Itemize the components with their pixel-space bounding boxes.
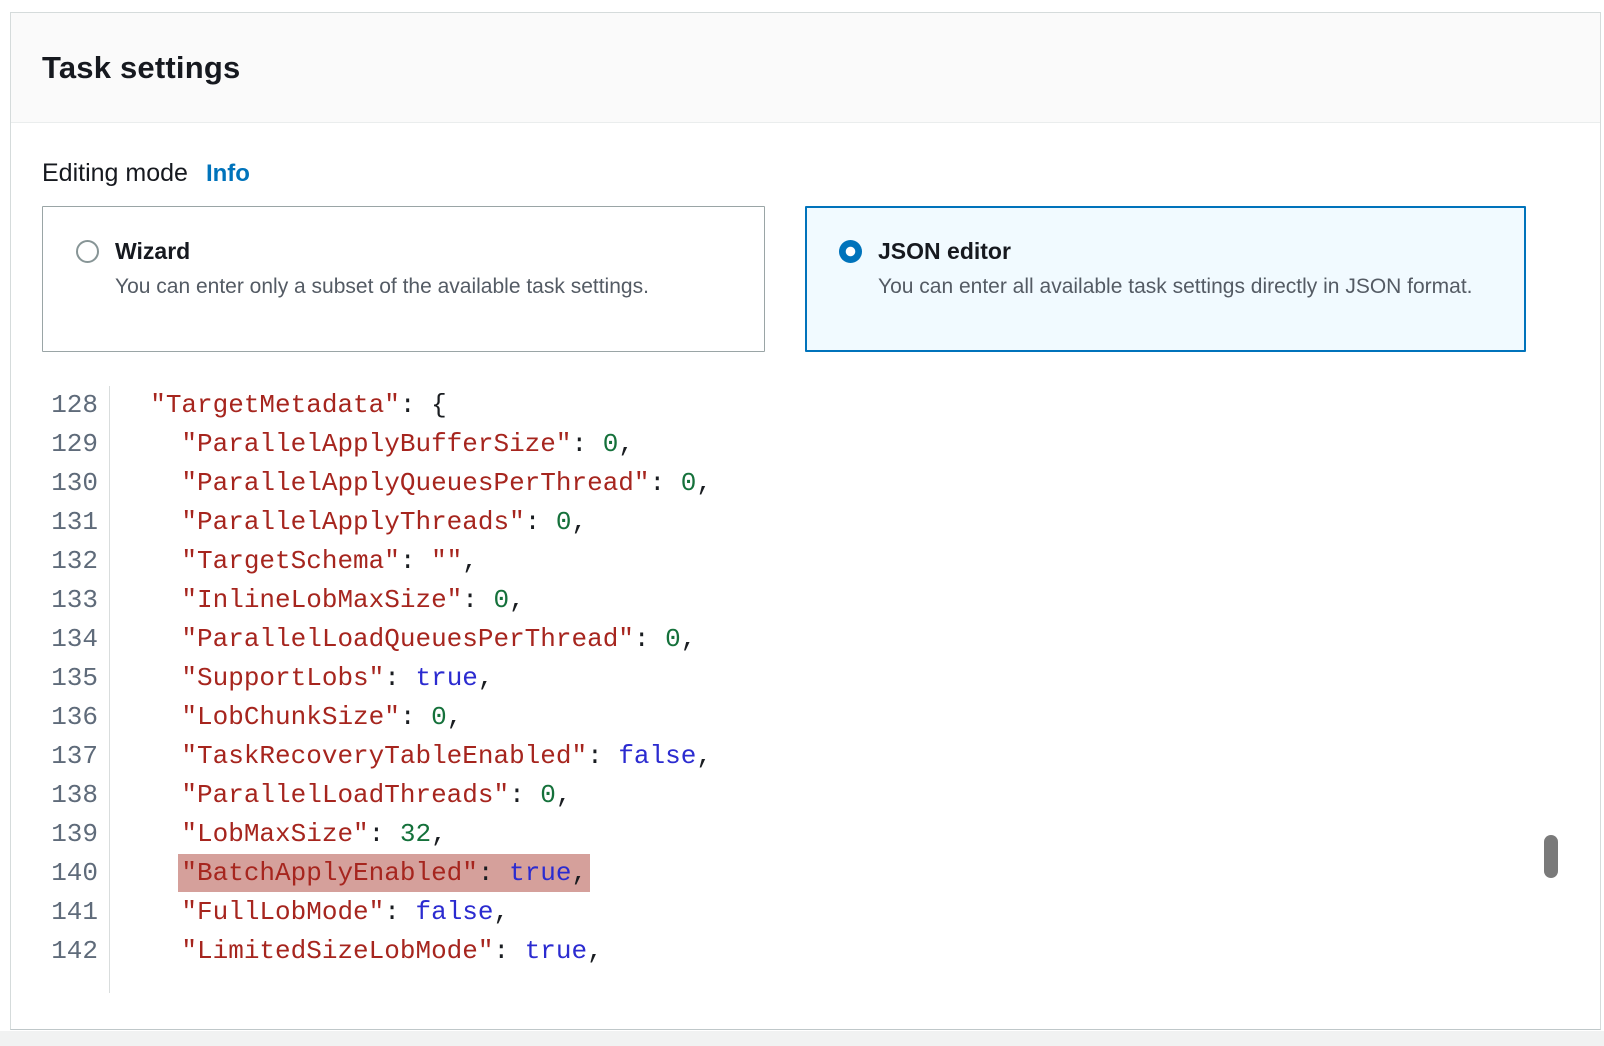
- editing-mode-options: Wizard You can enter only a subset of th…: [42, 206, 1569, 352]
- option-description: You can enter all available task setting…: [878, 271, 1473, 302]
- line-number: 138: [11, 776, 110, 815]
- code-line[interactable]: 133 "InlineLobMaxSize": 0,: [11, 581, 1600, 620]
- editor-gutter-spacer: [11, 971, 1600, 993]
- option-title: Wizard: [115, 234, 649, 268]
- line-number: 128: [11, 386, 110, 425]
- code-line[interactable]: 131 "ParallelApplyThreads": 0,: [11, 503, 1600, 542]
- radio-selected-icon[interactable]: [839, 240, 862, 263]
- code-line-content: "TaskRecoveryTableEnabled": false,: [110, 737, 712, 776]
- code-line[interactable]: 129 "ParallelApplyBufferSize": 0,: [11, 425, 1600, 464]
- panel-header: Task settings: [11, 13, 1600, 123]
- code-line-content: "LobMaxSize": 32,: [110, 815, 447, 854]
- code-line-content: "InlineLobMaxSize": 0,: [110, 581, 525, 620]
- line-number: 139: [11, 815, 110, 854]
- panel-body: Editing mode Info Wizard You can enter o…: [11, 159, 1600, 993]
- highlighted-code: "BatchApplyEnabled": true,: [178, 854, 590, 892]
- code-line[interactable]: 136 "LobChunkSize": 0,: [11, 698, 1600, 737]
- info-link[interactable]: Info: [206, 160, 250, 188]
- option-json-editor-text: JSON editor You can enter all available …: [878, 234, 1473, 302]
- code-line[interactable]: 141 "FullLobMode": false,: [11, 893, 1600, 932]
- line-number: 141: [11, 893, 110, 932]
- code-line-content: "FullLobMode": false,: [110, 893, 509, 932]
- option-title: JSON editor: [878, 234, 1473, 268]
- code-line[interactable]: 130 "ParallelApplyQueuesPerThread": 0,: [11, 464, 1600, 503]
- code-line-content: "ParallelApplyBufferSize": 0,: [110, 425, 634, 464]
- option-json-editor[interactable]: JSON editor You can enter all available …: [805, 206, 1526, 352]
- json-code-editor[interactable]: 128 "TargetMetadata": {129 "ParallelAppl…: [11, 386, 1600, 993]
- task-settings-page: Task settings Editing mode Info Wizard Y…: [0, 0, 1604, 1046]
- line-number: 142: [11, 932, 110, 971]
- page-title: Task settings: [42, 50, 240, 86]
- task-settings-panel: Task settings Editing mode Info Wizard Y…: [10, 12, 1601, 1030]
- option-wizard-text: Wizard You can enter only a subset of th…: [115, 234, 649, 302]
- scrollbar-thumb[interactable]: [1544, 835, 1558, 878]
- code-line-content: "LimitedSizeLobMode": true,: [110, 932, 603, 971]
- page-background-strip: [0, 1031, 1604, 1046]
- code-line[interactable]: 139 "LobMaxSize": 32,: [11, 815, 1600, 854]
- option-description: You can enter only a subset of the avail…: [115, 271, 649, 302]
- editing-mode-row: Editing mode Info: [42, 159, 1569, 188]
- line-number: 136: [11, 698, 110, 737]
- editing-mode-label: Editing mode: [42, 159, 188, 188]
- code-line[interactable]: 137 "TaskRecoveryTableEnabled": false,: [11, 737, 1600, 776]
- code-line[interactable]: 132 "TargetSchema": "",: [11, 542, 1600, 581]
- code-line[interactable]: 142 "LimitedSizeLobMode": true,: [11, 932, 1600, 971]
- line-number: 131: [11, 503, 110, 542]
- code-line-content: "TargetSchema": "",: [110, 542, 478, 581]
- option-wizard[interactable]: Wizard You can enter only a subset of th…: [42, 206, 765, 352]
- code-line-content: "TargetMetadata": {: [110, 386, 447, 425]
- code-line[interactable]: 134 "ParallelLoadQueuesPerThread": 0,: [11, 620, 1600, 659]
- code-line-content: "ParallelLoadQueuesPerThread": 0,: [110, 620, 696, 659]
- line-number: 137: [11, 737, 110, 776]
- line-number: 129: [11, 425, 110, 464]
- code-line[interactable]: 135 "SupportLobs": true,: [11, 659, 1600, 698]
- line-number: [11, 971, 110, 993]
- code-line[interactable]: 128 "TargetMetadata": {: [11, 386, 1600, 425]
- code-line-content: "ParallelLoadThreads": 0,: [110, 776, 572, 815]
- line-number: 140: [11, 854, 110, 893]
- code-line-content: "ParallelApplyQueuesPerThread": 0,: [110, 464, 712, 503]
- line-number: 134: [11, 620, 110, 659]
- code-line-content: "LobChunkSize": 0,: [110, 698, 462, 737]
- code-line[interactable]: 140 "BatchApplyEnabled": true,: [11, 854, 1600, 893]
- radio-unselected-icon[interactable]: [76, 240, 99, 263]
- line-number: 133: [11, 581, 110, 620]
- line-number: 130: [11, 464, 110, 503]
- code-line-content: "ParallelApplyThreads": 0,: [110, 503, 587, 542]
- line-number: 132: [11, 542, 110, 581]
- code-line[interactable]: 138 "ParallelLoadThreads": 0,: [11, 776, 1600, 815]
- line-number: 135: [11, 659, 110, 698]
- code-line-content: "BatchApplyEnabled": true,: [110, 854, 587, 893]
- code-line-content: "SupportLobs": true,: [110, 659, 494, 698]
